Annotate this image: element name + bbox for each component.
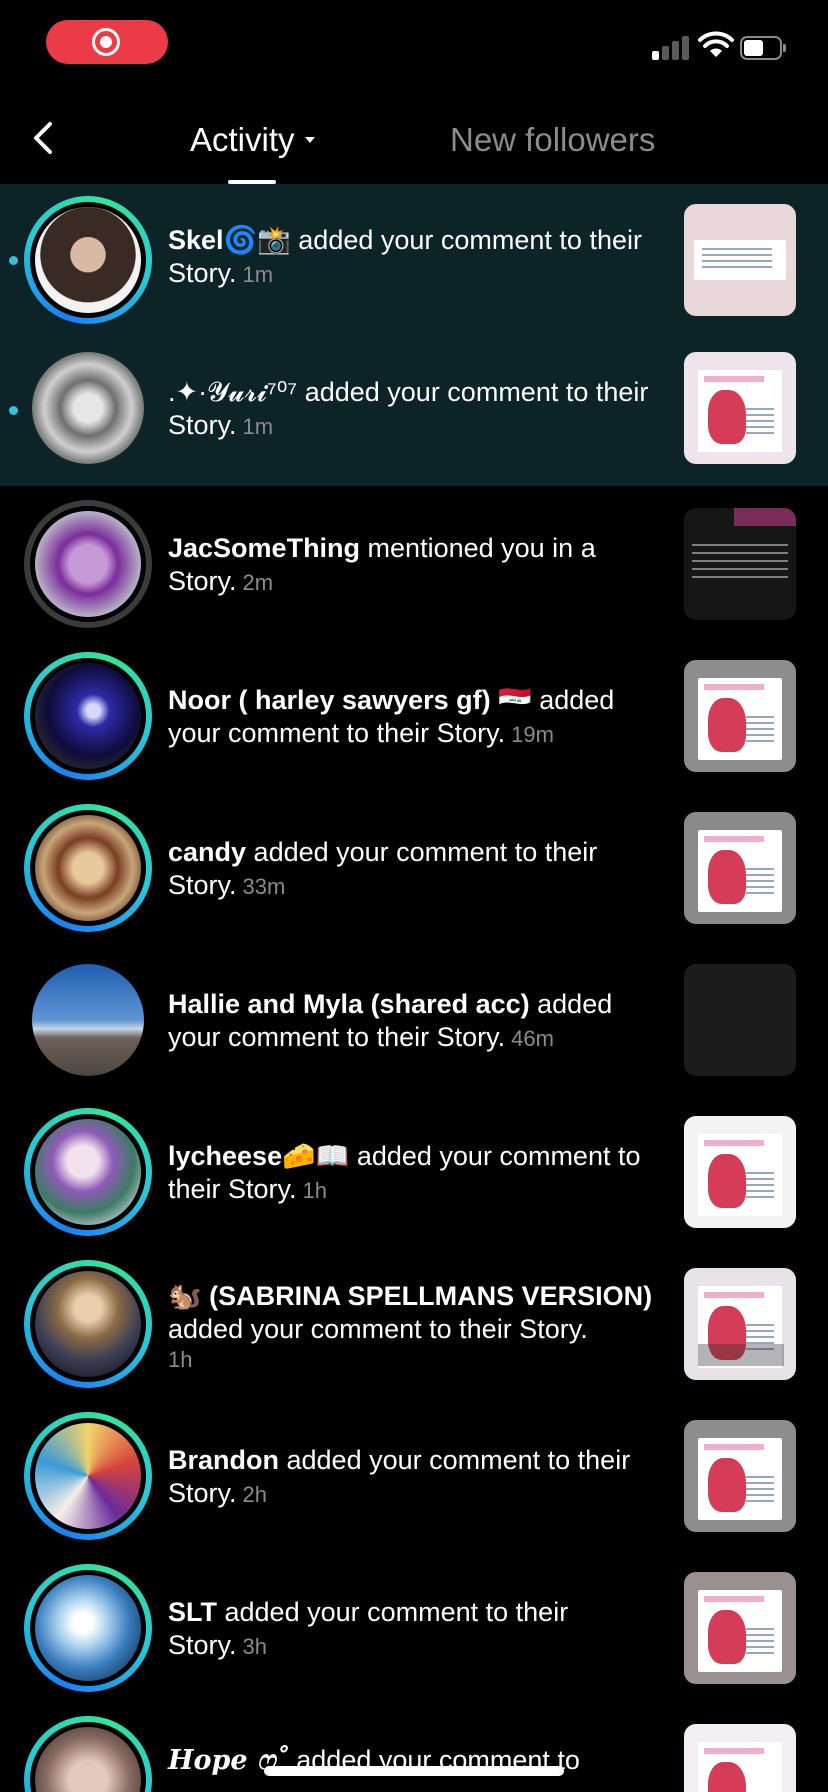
unread-dot (9, 406, 18, 415)
activity-text: candy added your comment to their Story.… (168, 836, 654, 903)
activity-item[interactable]: .✦·𝓨𝓾𝓻𝓲⁷⁰⁷ added your comment to their S… (0, 330, 828, 486)
story-thumbnail[interactable] (684, 1420, 796, 1532)
timestamp: 1m (242, 262, 274, 287)
battery-icon (740, 36, 786, 60)
avatar[interactable] (24, 652, 152, 780)
unread-dot (9, 256, 18, 265)
activity-text: Hallie and Myla (shared acc) added your … (168, 988, 654, 1055)
username[interactable]: Noor ( harley sawyers gf) 🇮🇶 (168, 685, 532, 715)
avatar[interactable] (24, 1564, 152, 1692)
avatar[interactable] (24, 956, 152, 1084)
username[interactable]: 🐿️ (SABRINA SPELLMANS VERSION) (168, 1281, 652, 1311)
activity-item[interactable]: SLT added your comment to their Story. 3h (0, 1550, 828, 1702)
timestamp: 1h (168, 1347, 193, 1372)
avatar[interactable] (24, 1716, 152, 1792)
activity-text: lycheese🧀📖 added your comment to their S… (168, 1140, 654, 1207)
battery-fill (744, 40, 763, 56)
caret-down-icon (304, 137, 315, 143)
tab-new-followers[interactable]: New followers (450, 120, 655, 160)
activity-item[interactable]: 🐿️ (SABRINA SPELLMANS VERSION) added you… (0, 1246, 828, 1398)
username[interactable]: Hallie and Myla (shared acc) (168, 989, 530, 1019)
avatar[interactable] (24, 804, 152, 932)
story-thumbnail[interactable] (684, 1116, 796, 1228)
activity-text: Skel🌀📸 added your comment to their Story… (168, 224, 654, 291)
story-thumbnail[interactable] (684, 352, 796, 464)
activity-item[interactable]: Brandon added your comment to their Stor… (0, 1398, 828, 1550)
timestamp: 1m (242, 414, 274, 439)
username[interactable]: lycheese🧀📖 (168, 1141, 349, 1171)
story-thumbnail[interactable] (684, 660, 796, 772)
avatar[interactable] (24, 196, 152, 324)
timestamp: 2h (242, 1482, 267, 1507)
activity-text: SLT added your comment to their Story. 3h (168, 1596, 654, 1663)
story-thumbnail[interactable] (684, 1268, 796, 1380)
avatar[interactable] (24, 1412, 152, 1540)
activity-text: .✦·𝓨𝓾𝓻𝓲⁷⁰⁷ added your comment to their S… (168, 376, 654, 443)
timestamp: 33m (242, 874, 286, 899)
activity-item[interactable]: Skel🌀📸 added your comment to their Story… (0, 184, 828, 330)
home-indicator[interactable] (264, 1766, 564, 1776)
wifi-icon (698, 31, 734, 57)
activity-item[interactable]: Hope ෆ˚ added your comment to (0, 1702, 828, 1792)
activity-item[interactable]: JacSomeThing mentioned you in a Story. 2m (0, 486, 828, 638)
activity-text: Noor ( harley sawyers gf) 🇮🇶 added your … (168, 684, 654, 751)
story-thumbnail[interactable] (684, 204, 796, 316)
activity-text: JacSomeThing mentioned you in a Story. 2m (168, 532, 654, 599)
tab-activity-label: Activity (190, 121, 295, 158)
activity-text: Brandon added your comment to their Stor… (168, 1444, 654, 1511)
back-button[interactable] (26, 118, 62, 158)
activity-text: 🐿️ (SABRINA SPELLMANS VERSION) added you… (168, 1280, 654, 1374)
timestamp: 46m (511, 1026, 554, 1051)
story-thumbnail[interactable] (684, 812, 796, 924)
story-thumbnail[interactable] (684, 508, 796, 620)
tab-new-followers-label: New followers (450, 121, 656, 158)
activity-message: added your comment to their Story. (168, 1597, 569, 1660)
avatar[interactable] (24, 500, 152, 628)
screen-recording-indicator[interactable] (46, 20, 168, 64)
timestamp: 3h (242, 1634, 267, 1659)
username[interactable]: Brandon (168, 1445, 279, 1475)
avatar[interactable] (24, 1108, 152, 1236)
activity-item[interactable]: lycheese🧀📖 added your comment to their S… (0, 1094, 828, 1246)
avatar[interactable] (24, 344, 152, 472)
activity-item[interactable]: candy added your comment to their Story.… (0, 790, 828, 942)
cellular-signal-icon (652, 34, 690, 60)
story-thumbnail[interactable] (684, 1572, 796, 1684)
story-thumbnail[interactable] (684, 964, 796, 1076)
username[interactable]: candy (168, 837, 246, 867)
avatar[interactable] (24, 1260, 152, 1388)
story-thumbnail[interactable] (684, 1724, 796, 1792)
status-bar (0, 0, 828, 88)
username[interactable]: .✦·𝓨𝓾𝓻𝓲⁷⁰⁷ (168, 377, 297, 407)
username[interactable]: SLT (168, 1597, 217, 1627)
username[interactable]: Skel🌀📸 (168, 225, 291, 255)
activity-item[interactable]: Hallie and Myla (shared acc) added your … (0, 942, 828, 1094)
activity-message: added your comment to their Story. (168, 1314, 588, 1344)
username[interactable]: JacSomeThing (168, 533, 360, 563)
timestamp: 2m (242, 570, 274, 595)
activity-item[interactable]: Noor ( harley sawyers gf) 🇮🇶 added your … (0, 638, 828, 790)
tab-activity[interactable]: Activity (190, 120, 315, 160)
timestamp: 19m (511, 722, 554, 747)
record-dot-icon (100, 36, 112, 48)
timestamp: 1h (302, 1178, 328, 1203)
activity-header: Activity New followers (0, 88, 828, 184)
